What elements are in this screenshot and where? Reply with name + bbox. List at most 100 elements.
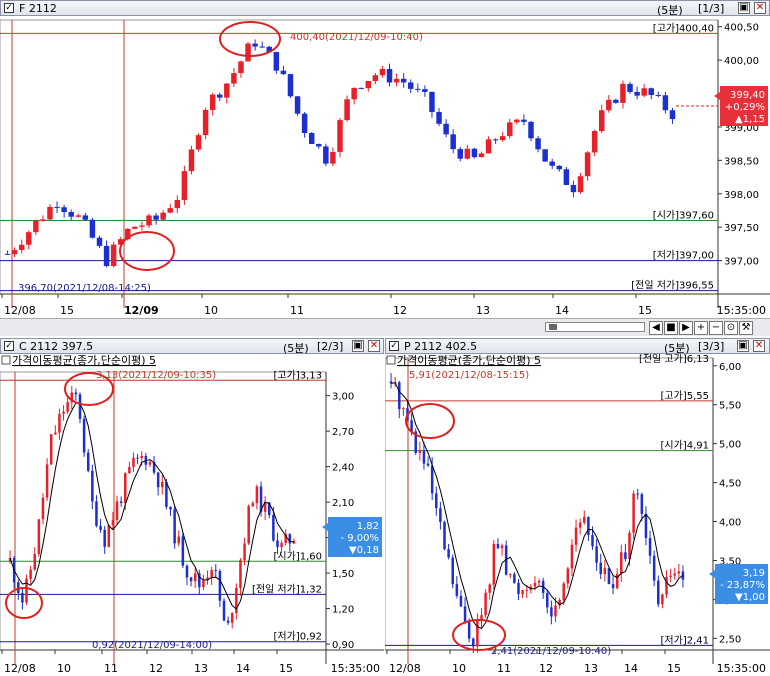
call-option-chart[interactable]: 3,002,702,402,101,801,501,200,90[고가]3,13… xyxy=(0,354,384,676)
candle-down xyxy=(252,43,258,47)
panel-checkbox[interactable]: ✓ xyxy=(4,3,14,13)
y-tick-label: 1,50 xyxy=(332,569,354,580)
candle-up xyxy=(210,570,213,578)
candle-down xyxy=(655,95,662,97)
candle-up xyxy=(484,592,487,616)
maximize-icon[interactable]: ▣ xyxy=(737,340,749,352)
call-panel-header: ✓ C 2112 397.5 (5분) [2/3] ▣ ✕ xyxy=(0,338,384,355)
candle-down xyxy=(451,557,454,585)
candle-down xyxy=(99,525,102,530)
candle-up xyxy=(393,78,400,83)
candle-up xyxy=(344,99,350,121)
x-tick-label: 15 xyxy=(60,304,74,317)
next-icon[interactable]: ▶ xyxy=(679,321,693,335)
candle-up xyxy=(499,136,506,141)
y-tick-label: 1,20 xyxy=(332,605,354,616)
candle-down xyxy=(447,549,450,558)
candle-up xyxy=(230,612,234,623)
x-tick-label: 11 xyxy=(290,304,304,317)
indicator-toggle-icon xyxy=(386,355,396,365)
settings-wrench-icon[interactable]: ⚒ xyxy=(739,321,753,335)
candle-up xyxy=(29,569,32,579)
candle-up xyxy=(464,148,471,159)
candle-down xyxy=(591,535,594,547)
badge-price: 399,40 xyxy=(730,90,765,101)
candle-up xyxy=(578,522,582,528)
candle-down xyxy=(662,95,669,111)
horizontal-scrollbar[interactable] xyxy=(545,322,645,332)
candle-up xyxy=(49,434,53,465)
candle-up xyxy=(478,153,485,158)
close-icon[interactable]: ✕ xyxy=(753,340,765,352)
candle-up xyxy=(365,81,372,89)
badge-price: 3,19 xyxy=(743,568,765,579)
zoom-in-icon[interactable]: + xyxy=(694,321,708,335)
candle-down xyxy=(550,607,553,617)
candle-down xyxy=(611,584,615,589)
maximize-icon[interactable]: ▣ xyxy=(738,2,750,14)
candle-down xyxy=(272,514,275,541)
candle-down xyxy=(528,121,534,139)
close-icon[interactable]: ✕ xyxy=(754,2,766,14)
candle-up xyxy=(598,110,605,132)
x-tick-label: 10 xyxy=(204,304,218,317)
page-indicator: [1/3] xyxy=(698,2,725,15)
close-icon[interactable]: ✕ xyxy=(368,340,380,352)
candle-up xyxy=(632,493,635,533)
candle-up xyxy=(418,450,422,454)
candle-down xyxy=(103,529,106,547)
candle-up xyxy=(54,432,57,435)
candle-up xyxy=(139,225,145,227)
badge-change: ▼1,00 xyxy=(735,592,765,603)
candle-down xyxy=(153,215,159,220)
y-tick-label: 5,00 xyxy=(719,440,741,451)
candle-down xyxy=(82,215,89,220)
candle-up xyxy=(251,503,255,507)
futures-candle-chart[interactable]: 400,50400,00399,50399,00398,50398,00397,… xyxy=(0,16,770,318)
y-tick-label: 398,00 xyxy=(724,190,759,201)
candle-up xyxy=(238,61,244,74)
candle-up xyxy=(500,545,504,549)
stop-icon[interactable]: ■ xyxy=(664,321,678,335)
put-panel-header: ✓ P 2112 402.5 (5분) [3/3] ▣ ✕ xyxy=(385,338,770,355)
candle-up xyxy=(224,83,230,98)
candle-down xyxy=(422,89,428,92)
x-tick-label: 13 xyxy=(584,662,598,675)
candle-up xyxy=(11,249,18,255)
x-tick-label: 12/08 xyxy=(4,304,36,317)
put-option-chart[interactable]: 6,005,505,004,504,003,503,002,50[고가]5,55… xyxy=(385,354,770,676)
candle-up xyxy=(615,573,619,589)
panel-checkbox[interactable]: ✓ xyxy=(4,341,14,351)
x-tick-label: 12/09 xyxy=(124,304,159,317)
candle-down xyxy=(103,245,110,267)
candle-up xyxy=(485,139,492,154)
candle-up xyxy=(124,473,127,503)
candle-up xyxy=(243,543,246,561)
candle-down xyxy=(563,169,570,185)
x-tick-label: 13 xyxy=(194,662,208,675)
maximize-icon[interactable]: ▣ xyxy=(352,340,364,352)
zoom-out-icon[interactable]: − xyxy=(709,321,723,335)
candle-down xyxy=(218,570,222,601)
x-tick-label: 15 xyxy=(279,662,293,675)
candle-up xyxy=(146,215,152,226)
candle-down xyxy=(398,382,401,410)
candle-down xyxy=(410,420,413,432)
prev-icon[interactable]: ◀ xyxy=(649,321,663,335)
x-tick-label: 10 xyxy=(452,662,466,675)
panel-checkbox[interactable]: ✓ xyxy=(389,341,399,351)
y-tick-label: 4,50 xyxy=(719,479,741,490)
level-label: [저가]397,00 xyxy=(653,250,714,262)
futures-panel-header: ✓ F 2112 (5분) [1/3] ▣ ✕ xyxy=(0,0,770,17)
candle-down xyxy=(459,595,463,607)
candle-up xyxy=(514,119,520,123)
candle-down xyxy=(435,493,438,509)
candle-up xyxy=(37,519,41,555)
candle-up xyxy=(673,573,676,576)
candle-down xyxy=(542,149,548,162)
scroll-thumb[interactable] xyxy=(549,324,557,330)
zoom-reset-icon[interactable]: ⊙ xyxy=(724,321,738,335)
candle-up xyxy=(566,568,570,584)
candle-down xyxy=(521,119,527,122)
candle-up xyxy=(181,171,188,200)
